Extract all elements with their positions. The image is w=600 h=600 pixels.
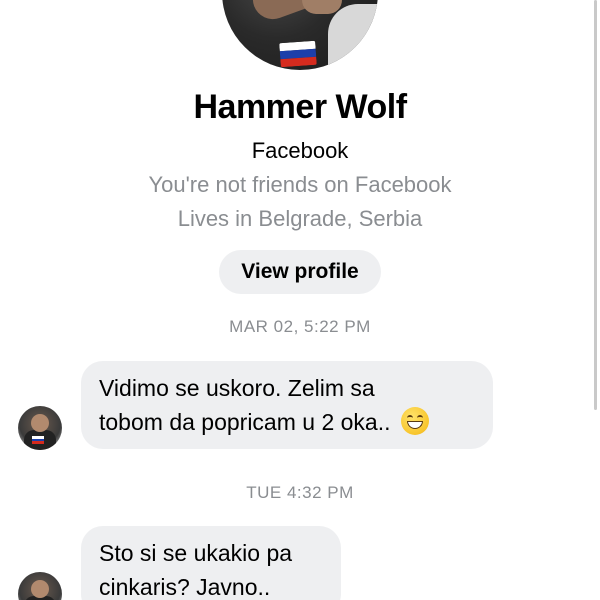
message-timestamp: MAR 02, 5:22 PM	[229, 317, 371, 336]
sender-avatar[interactable]	[18, 406, 62, 450]
grinning-face-emoji-icon	[400, 407, 429, 435]
profile-name: Hammer Wolf	[193, 88, 407, 126]
avatar-photo-detail	[328, 4, 378, 70]
scrollbar[interactable]	[594, 0, 597, 410]
avatar-photo-detail	[31, 580, 49, 598]
message-bubble[interactable]: Vidimo se uskoro. Zelim sa tobom da popr…	[81, 361, 493, 449]
message-text-line: tobom da popricam u 2 oka..	[99, 405, 475, 439]
profile-avatar[interactable]	[222, 0, 378, 70]
profile-location: Lives in Belgrade, Serbia	[177, 206, 423, 231]
message-bubble[interactable]: Sto si se ukakio pa cinkaris? Javno..	[81, 526, 341, 600]
chat-screen: Hammer Wolf Facebook You're not friends …	[0, 0, 600, 600]
russian-flag-icon	[279, 40, 317, 68]
message-text-fragment: tobom da popricam u 2 oka..	[99, 409, 391, 435]
message-text-line: Vidimo se uskoro. Zelim sa	[99, 375, 375, 401]
message-timestamp: TUE 4:32 PM	[246, 483, 354, 502]
friendship-status: You're not friends on Facebook	[148, 172, 452, 197]
russian-flag-icon	[32, 436, 44, 445]
avatar-photo-detail	[31, 414, 49, 432]
message-text-line: cinkaris? Javno..	[99, 574, 271, 600]
message-text-line: Sto si se ukakio pa	[99, 540, 293, 566]
sender-avatar[interactable]	[18, 572, 62, 600]
profile-platform: Facebook	[251, 138, 349, 163]
view-profile-button[interactable]: View profile	[219, 250, 381, 294]
